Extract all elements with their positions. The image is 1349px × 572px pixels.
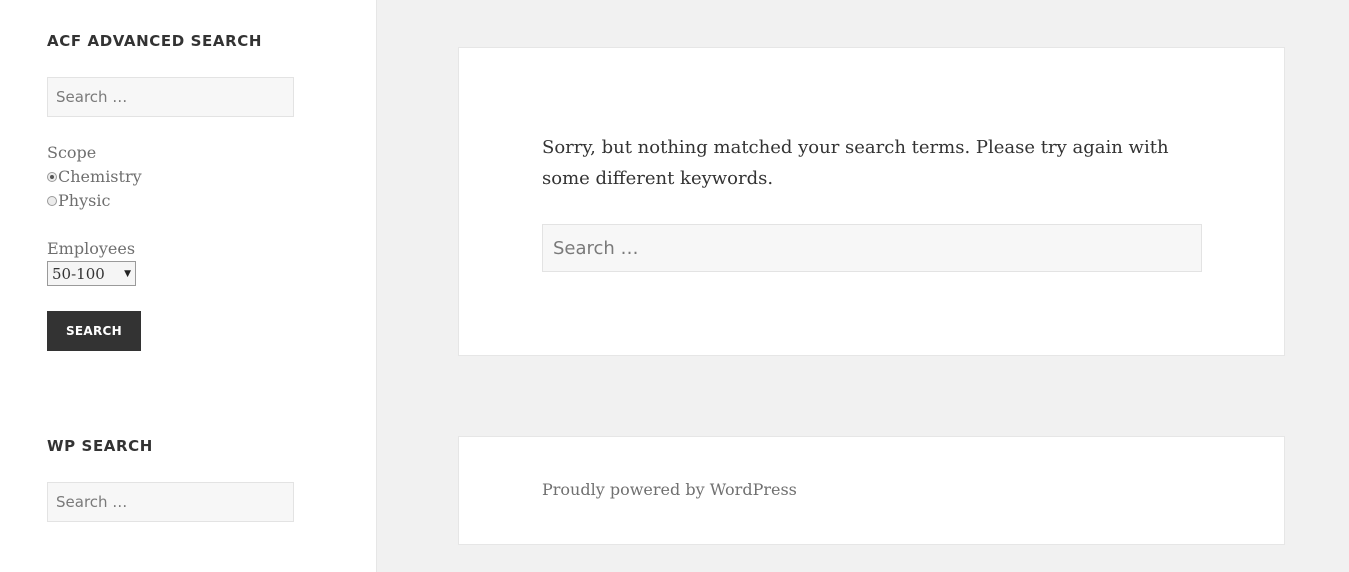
chemistry-label: Chemistry [58, 167, 142, 186]
search-button[interactable]: SEARCH [47, 311, 141, 351]
scope-label: Scope [47, 143, 97, 162]
no-results-panel: Sorry, but nothing matched your search t… [458, 47, 1285, 356]
physic-radio[interactable] [47, 196, 57, 206]
dropdown-arrow-icon: ▼ [124, 268, 131, 279]
sidebar: ACF ADVANCED SEARCH Scope Chemistry Phys… [0, 0, 377, 572]
scope-option-physic[interactable]: Physic [47, 191, 110, 211]
physic-label: Physic [58, 191, 111, 210]
wordpress-credit-link[interactable]: Proudly powered by WordPress [542, 480, 797, 500]
employees-selected-value: 50-100 [52, 264, 105, 283]
employees-label: Employees [47, 239, 136, 258]
chemistry-radio[interactable] [47, 172, 57, 182]
no-results-message: Sorry, but nothing matched your search t… [542, 137, 1169, 189]
main-search-input[interactable] [542, 224, 1202, 272]
scope-option-chemistry[interactable]: Chemistry [47, 167, 142, 187]
site-footer: Proudly powered by WordPress [458, 436, 1285, 545]
wp-search-title: WP SEARCH [47, 437, 153, 455]
wp-search-input[interactable] [47, 482, 294, 522]
acf-search-title: ACF ADVANCED SEARCH [47, 32, 262, 50]
employees-select[interactable]: 50-100 ▼ [47, 261, 136, 286]
acf-search-input[interactable] [47, 77, 294, 117]
